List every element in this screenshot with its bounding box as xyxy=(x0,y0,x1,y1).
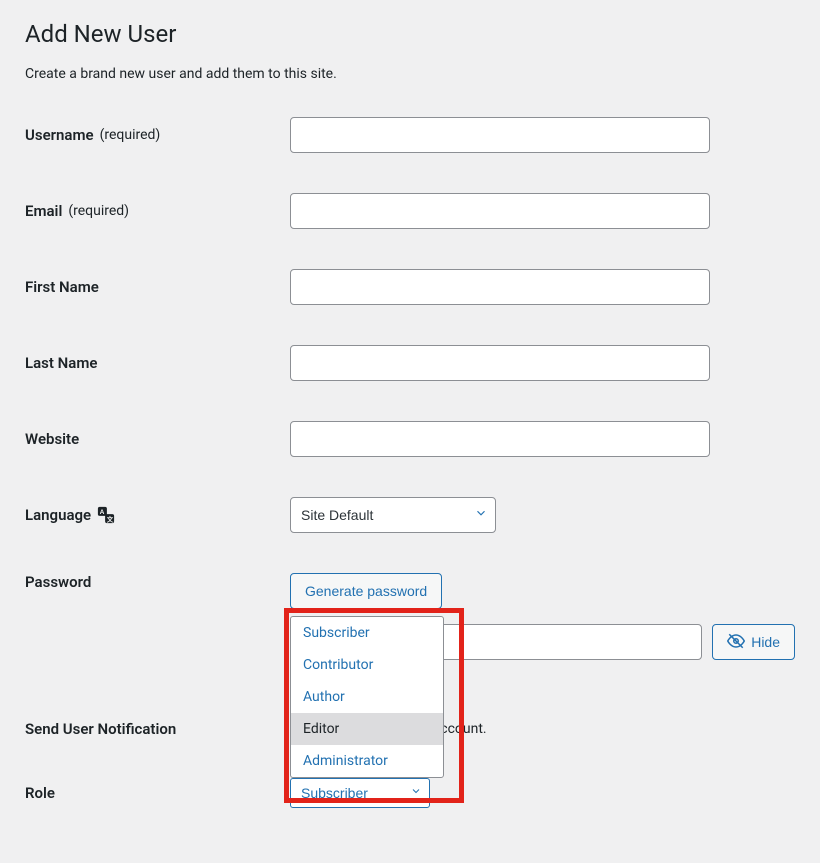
page-title: Add New User xyxy=(25,20,795,48)
website-input[interactable] xyxy=(290,421,710,457)
page-subtitle: Create a brand new user and add them to … xyxy=(25,66,795,82)
generate-password-button[interactable]: Generate password xyxy=(290,573,442,609)
notification-label: Send User Notification xyxy=(25,720,290,738)
translate-icon: A文 xyxy=(97,506,115,524)
role-option-subscriber[interactable]: Subscriber xyxy=(291,617,443,649)
role-dropdown[interactable]: SubscriberContributorAuthorEditorAdminis… xyxy=(290,616,444,778)
last-name-input[interactable] xyxy=(290,345,710,381)
language-label: Language A文 xyxy=(25,506,290,524)
email-label: Email (required) xyxy=(25,202,290,220)
last-name-label: Last Name xyxy=(25,354,290,372)
username-label: Username (required) xyxy=(25,126,290,144)
eye-slash-icon xyxy=(727,632,745,653)
language-select[interactable]: Site Default xyxy=(290,497,496,533)
first-name-label: First Name xyxy=(25,278,290,296)
website-label: Website xyxy=(25,430,290,448)
role-option-administrator[interactable]: Administrator xyxy=(291,745,443,777)
hide-password-button[interactable]: Hide xyxy=(712,624,795,660)
role-option-contributor[interactable]: Contributor xyxy=(291,649,443,681)
email-input[interactable] xyxy=(290,193,710,229)
svg-text:文: 文 xyxy=(107,514,114,523)
username-input[interactable] xyxy=(290,117,710,153)
role-select[interactable]: Subscriber xyxy=(290,778,430,808)
svg-text:A: A xyxy=(100,509,105,516)
first-name-input[interactable] xyxy=(290,269,710,305)
password-label: Password xyxy=(25,573,290,591)
role-label: Role xyxy=(25,784,290,802)
role-option-author[interactable]: Author xyxy=(291,681,443,713)
role-option-editor[interactable]: Editor xyxy=(291,713,443,745)
